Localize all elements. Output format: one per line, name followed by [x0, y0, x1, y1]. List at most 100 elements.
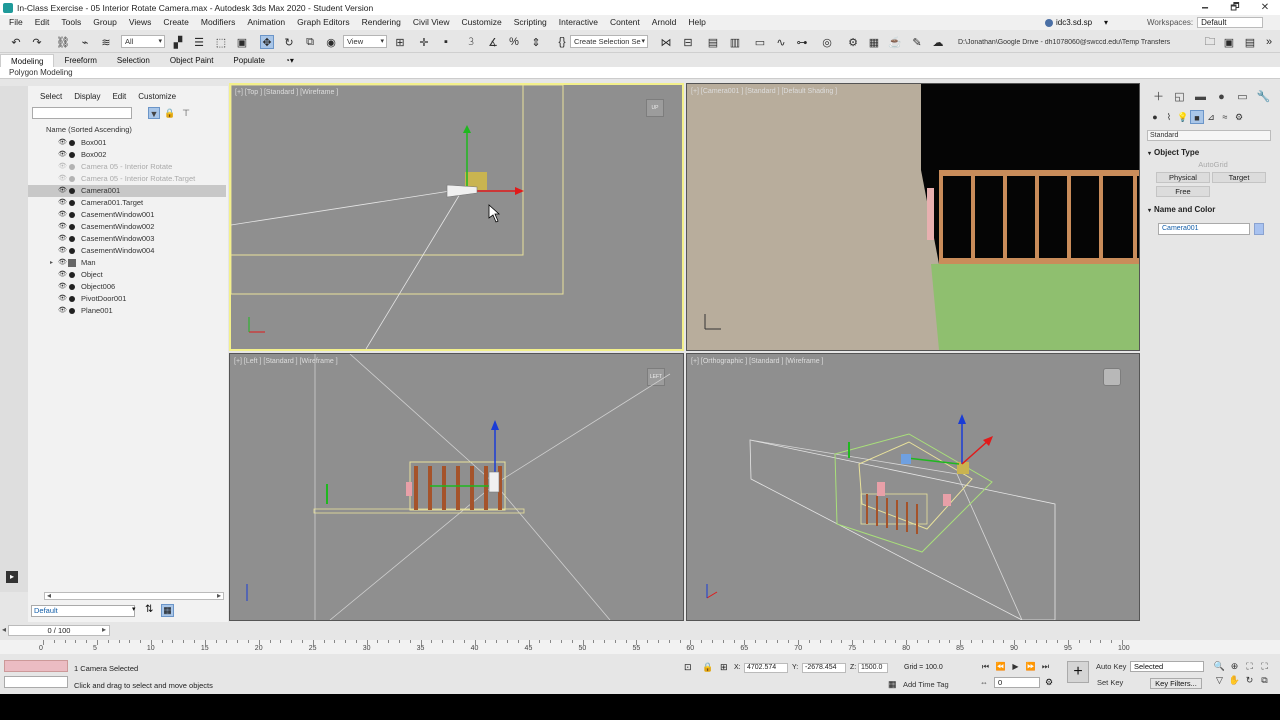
render-in-cloud-icon[interactable]: ☁ [931, 35, 945, 49]
menu-graph-editors[interactable]: Graph Editors [291, 15, 355, 30]
tab-populate[interactable]: Populate [223, 54, 275, 67]
auto-key-button[interactable]: Auto Key [1096, 662, 1126, 671]
menu-civil-view[interactable]: Civil View [407, 15, 456, 30]
shapes-icon[interactable]: ⌇ [1162, 110, 1176, 124]
lock-icon[interactable]: 🔒 [164, 107, 176, 119]
scene-horizontal-scrollbar[interactable] [44, 591, 224, 600]
create-tab-icon[interactable]: ＋ [1148, 90, 1169, 104]
filter-icon[interactable]: ▼ [148, 107, 160, 119]
zoom-extents-icon[interactable]: ⛶ [1242, 661, 1257, 672]
viewport-orthographic[interactable]: [+] [Orthographic ] [Standard ] [Wirefra… [686, 353, 1140, 621]
ribbon-options-icon[interactable]: ◔▾ [275, 54, 304, 67]
scene-object-row[interactable]: 👁 Object [28, 269, 226, 281]
pivot-center-icon[interactable]: ⊞ [393, 35, 407, 49]
rendered-frame-icon[interactable]: ▦ [867, 35, 881, 49]
visibility-eye-icon[interactable]: 👁 [58, 293, 67, 305]
place-icon[interactable]: ◉ [324, 35, 338, 49]
name-color-rollout[interactable]: ▾ Name and Color [1148, 205, 1272, 214]
bind-spacewarp-icon[interactable]: ≋ [99, 35, 113, 49]
motion-tab-icon[interactable]: ● [1211, 90, 1232, 104]
scene-object-row[interactable]: 👁 Camera001.Target [28, 197, 226, 209]
more-tools-icon[interactable]: » [1262, 35, 1276, 49]
scene-object-row[interactable]: 👁 Camera 05 - Interior Rotate.Target [28, 173, 226, 185]
modify-tab-icon[interactable]: ◱ [1169, 90, 1190, 104]
renderable-icon[interactable] [69, 152, 75, 158]
render-iterative-icon[interactable]: ✎ [910, 35, 924, 49]
menu-create[interactable]: Create [157, 15, 195, 30]
menu-animation[interactable]: Animation [241, 15, 291, 30]
layer-view-icon[interactable]: ▦ [161, 604, 174, 617]
free-camera-button[interactable]: Free [1156, 186, 1210, 197]
redo-icon[interactable]: ↷ [30, 35, 44, 49]
prev-key-icon[interactable]: ⏪ [993, 662, 1008, 672]
visibility-eye-icon[interactable]: 👁 [58, 281, 67, 293]
scene-object-row[interactable]: 👁 Camera 05 - Interior Rotate [28, 161, 226, 173]
time-config-icon[interactable]: ⚙ [1045, 677, 1053, 688]
tab-object-paint[interactable]: Object Paint [160, 54, 224, 67]
select-by-name-icon[interactable]: ☰ [192, 35, 206, 49]
renderable-icon[interactable] [69, 284, 75, 290]
viewport-left[interactable]: [+] [Left ] [Standard ] [Wireframe ] LEF… [229, 353, 684, 621]
visibility-eye-icon[interactable]: 👁 [58, 137, 67, 149]
selection-filter-dropdown[interactable]: All [121, 35, 165, 48]
visibility-eye-icon[interactable]: 👁 [58, 185, 67, 197]
scene-object-row[interactable]: 👁 CasementWindow004 [28, 245, 226, 257]
window-crossing-icon[interactable]: ▣ [235, 35, 249, 49]
scene-search-input[interactable] [32, 107, 132, 119]
percent-snap-icon[interactable]: % [507, 35, 521, 49]
visibility-eye-icon[interactable]: 👁 [58, 233, 67, 245]
menu-content[interactable]: Content [604, 15, 646, 30]
renderable-icon[interactable] [69, 296, 75, 302]
object-type-rollout[interactable]: ▾ Object Type [1148, 148, 1272, 157]
zoom-extents-all-icon[interactable]: ⛶ [1257, 661, 1272, 672]
set-key-button[interactable]: + [1067, 661, 1089, 683]
time-tag-icon[interactable]: ▦ [888, 679, 897, 690]
next-key-icon[interactable]: ⏩ [1023, 662, 1038, 672]
snaps-toggle-icon[interactable]: 𝟹 [464, 35, 478, 49]
visibility-eye-icon[interactable]: 👁 [58, 149, 67, 161]
scene-object-row[interactable]: 👁 Box001 [28, 137, 226, 149]
maxscript-listener[interactable] [4, 660, 68, 672]
category-dropdown[interactable]: Standard [1147, 130, 1271, 141]
x-coordinate-field[interactable]: 4702.574 [744, 663, 788, 673]
object-color-swatch[interactable] [1254, 223, 1264, 235]
hierarchy-tab-icon[interactable]: ▬ [1190, 90, 1211, 104]
link-icon[interactable]: ⛓ [56, 35, 70, 49]
save-project-icon[interactable]: ▣ [1222, 35, 1236, 49]
visibility-eye-icon[interactable]: 👁 [58, 173, 67, 185]
menu-modifiers[interactable]: Modifiers [195, 15, 241, 30]
select-object-icon[interactable]: ▞ [171, 35, 185, 49]
cameras-icon[interactable]: ■ [1190, 110, 1204, 124]
workspace-dropdown[interactable]: Default [1197, 17, 1264, 28]
angle-snap-icon[interactable]: ∡ [486, 35, 500, 49]
menu-scripting[interactable]: Scripting [508, 15, 553, 30]
renderable-icon[interactable] [69, 224, 75, 230]
project-path[interactable]: D:\Jonathan\Google Drive - dh1078060@swc… [958, 39, 1188, 46]
scene-object-row[interactable]: 👁 PivotDoor001 [28, 293, 226, 305]
utilities-tab-icon[interactable]: 🔧 [1253, 90, 1274, 104]
zoom-all-icon[interactable]: ⊕ [1227, 661, 1242, 672]
open-project-icon[interactable]: ▤ [1243, 35, 1257, 49]
select-move-icon[interactable]: ✥ [260, 35, 274, 49]
maxscript-input[interactable] [4, 676, 68, 688]
polygon-modeling-label[interactable]: Polygon Modeling [9, 68, 73, 77]
y-coordinate-field[interactable]: -2678.454 [802, 663, 846, 673]
key-filters-button[interactable]: Key Filters... [1150, 678, 1202, 689]
render-production-icon[interactable]: ☕ [888, 35, 902, 49]
renderable-icon[interactable] [69, 188, 75, 194]
material-editor-icon[interactable]: ◎ [820, 35, 834, 49]
scene-tab-display[interactable]: Display [68, 92, 106, 101]
close-button[interactable]: ✕ [1250, 0, 1280, 15]
curve-editor-icon[interactable]: ∿ [774, 35, 788, 49]
scene-tab-edit[interactable]: Edit [106, 92, 132, 101]
time-slider[interactable]: 0 / 100 [8, 625, 110, 636]
restore-button[interactable]: 🗗 [1220, 0, 1250, 15]
select-scale-icon[interactable]: ⧉ [303, 35, 317, 49]
play-icon[interactable]: ▶ [1008, 662, 1023, 672]
tab-freeform[interactable]: Freeform [54, 54, 106, 67]
undo-icon[interactable]: ↶ [9, 35, 23, 49]
target-camera-button[interactable]: Target [1212, 172, 1266, 183]
systems-icon[interactable]: ⚙ [1232, 110, 1246, 124]
geometry-icon[interactable]: ● [1148, 110, 1162, 124]
current-frame-field[interactable]: 0 [994, 677, 1040, 688]
